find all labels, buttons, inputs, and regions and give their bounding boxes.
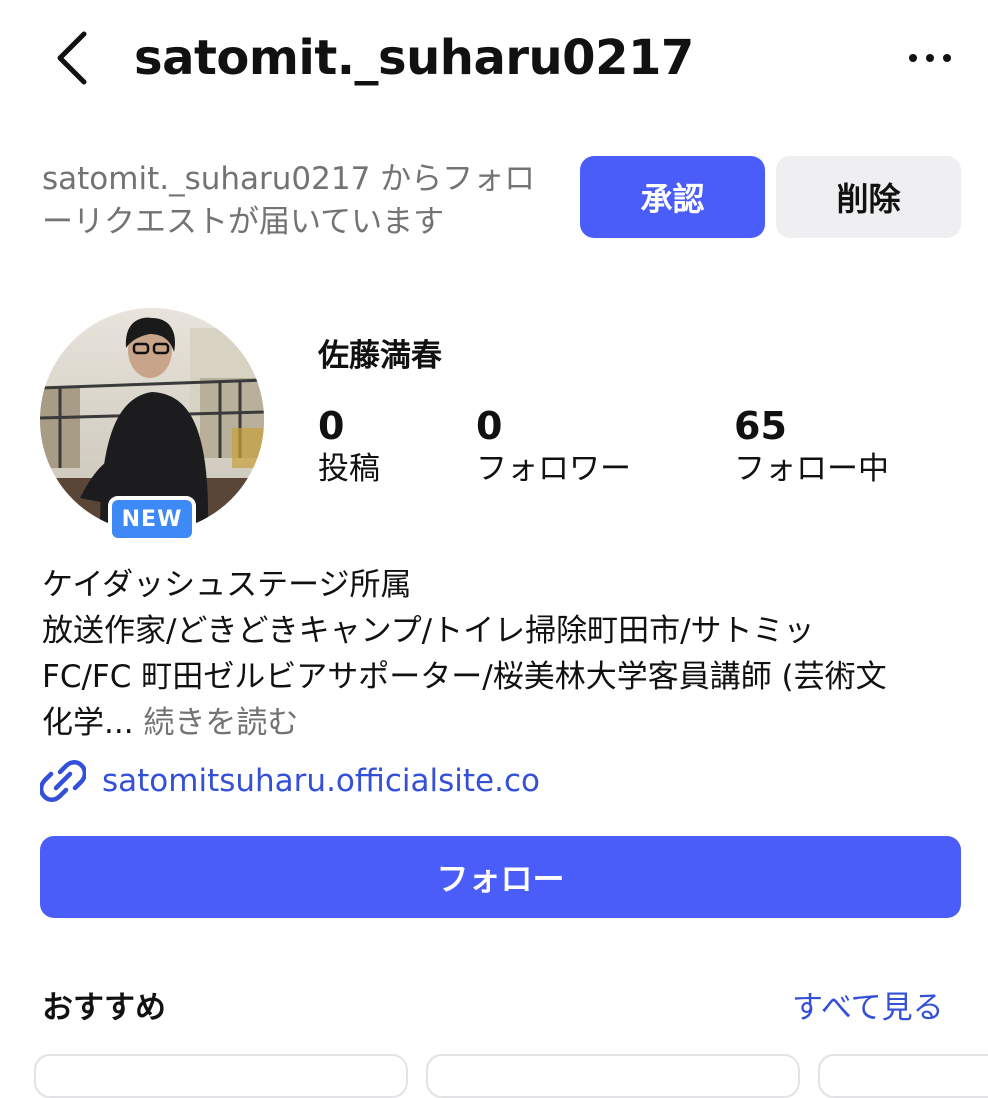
- link-chain-icon: [40, 760, 86, 802]
- following-label: フォロー中: [734, 451, 889, 487]
- profile-link-text: satomitsuharu.officialsite.co: [102, 763, 540, 799]
- stat-following[interactable]: 65 フォロー中: [734, 404, 889, 490]
- stat-posts[interactable]: 0 投稿: [318, 404, 380, 490]
- followers-label: フォロワー: [476, 451, 631, 487]
- bio-line: 化学...: [42, 705, 134, 741]
- new-badge: NEW: [108, 496, 196, 542]
- bio-line: ケイダッシュステージ所属: [42, 567, 412, 603]
- suggestions-title: おすすめ: [42, 990, 166, 1026]
- following-count: 65: [734, 404, 787, 448]
- suggestion-card[interactable]: [818, 1054, 988, 1098]
- more-options-icon[interactable]: [906, 46, 954, 70]
- stat-followers[interactable]: 0 フォロワー: [476, 404, 631, 490]
- follow-button[interactable]: フォロー: [40, 836, 961, 918]
- followers-count: 0: [476, 404, 503, 448]
- see-all-link[interactable]: すべて見る: [792, 982, 944, 1027]
- bio-line: 放送作家/どきどきキャンプ/トイレ掃除町田市/サトミッ: [42, 613, 815, 649]
- suggestion-card[interactable]: [34, 1054, 408, 1098]
- approve-button[interactable]: 承認: [580, 156, 765, 238]
- back-chevron-icon[interactable]: [50, 28, 100, 88]
- delete-button[interactable]: 削除: [776, 156, 961, 238]
- profile-bio: ケイダッシュステージ所属 放送作家/どきどきキャンプ/トイレ掃除町田市/サトミッ…: [42, 562, 967, 746]
- profile-link[interactable]: satomitsuharu.officialsite.co: [40, 758, 540, 804]
- suggestion-card[interactable]: [426, 1054, 800, 1098]
- bio-line: FC/FC 町田ゼルビアサポーター/桜美林大学客員講師 (芸術文: [42, 659, 887, 695]
- posts-count: 0: [318, 404, 345, 448]
- follow-request-text: satomit._suharu0217 からフォローリクエストが届いています: [42, 161, 536, 240]
- header-username: satomit._suharu0217: [134, 30, 694, 86]
- posts-label: 投稿: [318, 451, 380, 487]
- bio-last-line: 化学... 続きを読む: [42, 700, 967, 746]
- profile-display-name: 佐藤満春: [318, 338, 442, 374]
- read-more-link[interactable]: 続きを読む: [143, 705, 298, 741]
